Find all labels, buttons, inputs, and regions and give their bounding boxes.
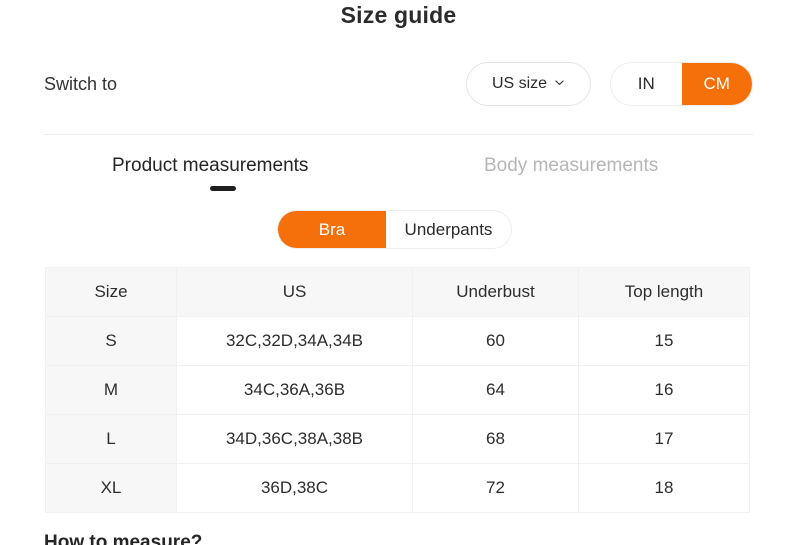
unit-option-in[interactable]: IN (611, 63, 682, 105)
cell-top-length: 18 (578, 463, 750, 513)
category-toggle[interactable]: Bra Underpants (277, 210, 512, 249)
cell-us: 32C,32D,34A,34B (176, 316, 413, 366)
tab-body-measurements[interactable]: Body measurements (484, 155, 658, 177)
unit-toggle[interactable]: IN CM (610, 62, 753, 106)
tab-product-measurements[interactable]: Product measurements (112, 155, 308, 177)
active-tab-indicator (210, 186, 236, 191)
table-row: S 32C,32D,34A,34B 60 15 (45, 316, 750, 366)
category-option-underpants[interactable]: Underpants (386, 211, 511, 248)
cell-us: 34D,36C,38A,38B (176, 414, 413, 464)
column-header-us: US (176, 267, 413, 317)
cell-underbust: 64 (412, 365, 579, 415)
cell-top-length: 15 (578, 316, 750, 366)
size-system-value: US size (491, 75, 548, 92)
chevron-down-icon (554, 77, 565, 88)
cell-top-length: 16 (578, 365, 750, 415)
cell-top-length: 17 (578, 414, 750, 464)
column-header-top-length: Top length (578, 267, 750, 317)
size-chart-table: Size US Underbust Top length S 32C,32D,3… (45, 267, 750, 513)
cell-size: S (45, 316, 177, 366)
how-to-measure-heading[interactable]: How to measure? (44, 532, 202, 545)
unit-option-cm[interactable]: CM (681, 63, 752, 105)
cell-size: XL (45, 463, 177, 513)
cell-size: M (45, 365, 177, 415)
size-system-dropdown[interactable]: US size (466, 62, 591, 106)
section-divider (44, 134, 753, 135)
cell-underbust: 60 (412, 316, 579, 366)
cell-underbust: 68 (412, 414, 579, 464)
cell-us: 36D,38C (176, 463, 413, 513)
switch-to-label: Switch to (44, 74, 118, 94)
cell-underbust: 72 (412, 463, 579, 513)
page-title: Size guide (340, 2, 457, 28)
table-header-row: Size US Underbust Top length (45, 267, 750, 317)
cell-us: 34C,36A,36B (176, 365, 413, 415)
column-header-underbust: Underbust (412, 267, 579, 317)
table-row: M 34C,36A,36B 64 16 (45, 365, 750, 415)
cell-size: L (45, 414, 177, 464)
table-row: XL 36D,38C 72 18 (45, 463, 750, 513)
category-option-bra[interactable]: Bra (278, 211, 386, 248)
switch-controls-row: Switch to US size IN CM (44, 62, 753, 108)
measurement-tabs: Product measurements Body measurements (44, 155, 753, 195)
column-header-size: Size (45, 267, 177, 317)
table-row: L 34D,36C,38A,38B 68 17 (45, 414, 750, 464)
